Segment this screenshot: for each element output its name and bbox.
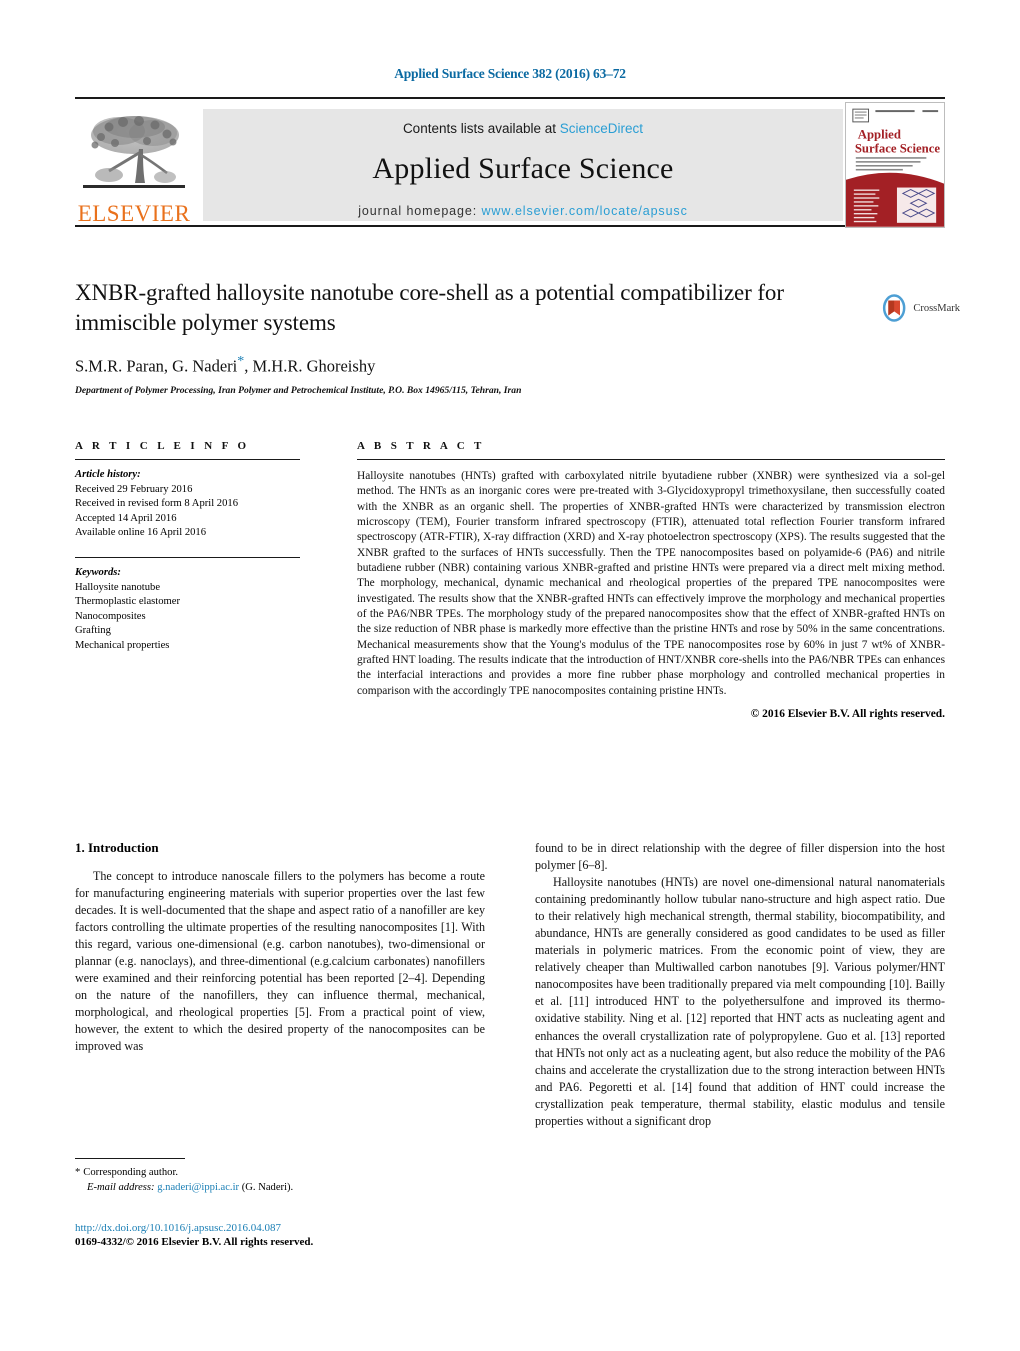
corresponding-author-footnote: * Corresponding author. E-mail address: g… [75, 1158, 485, 1196]
authors-tail: , M.H.R. Ghoreishy [244, 356, 376, 376]
body-column-left: 1. Introduction The concept to introduce… [75, 840, 485, 1056]
cover-artwork: Applied Surface Science [846, 103, 944, 227]
history-item: Received in revised form 8 April 2016 [75, 498, 238, 510]
author-list: S.M.R. Paran, G. Naderi*, M.H.R. Ghoreis… [75, 354, 875, 377]
keyword-item: Thermoplastic elastomer [75, 596, 181, 608]
email-link[interactable]: g.naderi@ippi.ac.ir [157, 1182, 239, 1193]
footnote-star: * [75, 1167, 81, 1178]
footnote-divider [75, 1158, 185, 1159]
journal-band: Contents lists available at ScienceDirec… [203, 109, 843, 221]
journal-homepage-line: journal homepage: www.elsevier.com/locat… [358, 204, 687, 218]
homepage-url-link[interactable]: www.elsevier.com/locate/apsusc [481, 204, 687, 218]
footnote-line-email: E-mail address: g.naderi@ippi.ac.ir (G. … [75, 1180, 485, 1195]
elsevier-tree-icon [83, 116, 185, 188]
contents-available-line: Contents lists available at ScienceDirec… [403, 121, 643, 136]
article-info-heading: A R T I C L E I N F O [75, 440, 250, 452]
body-column-right: found to be in direct relationship with … [535, 840, 945, 1130]
paragraph: The concept to introduce nanoscale fille… [75, 869, 485, 1054]
page-title: XNBR-grafted halloysite nanotube core-sh… [75, 280, 784, 335]
footnote-corresponding-text: Corresponding author. [83, 1167, 179, 1178]
abstract-heading: A B S T R A C T [357, 440, 485, 452]
title-block: XNBR-grafted halloysite nanotube core-sh… [75, 278, 875, 396]
doi-block: http://dx.doi.org/10.1016/j.apsusc.2016.… [75, 1222, 495, 1248]
affiliation: Department of Polymer Processing, Iran P… [75, 385, 522, 397]
journal-cover-thumbnail: Applied Surface Science [845, 102, 945, 228]
abstract-copyright: © 2016 Elsevier B.V. All rights reserved… [750, 707, 945, 720]
keyword-item: Halloysite nanotube [75, 581, 161, 593]
crossmark-badge[interactable]: CrossMark [880, 286, 960, 330]
journal-citation-line: Applied Surface Science 382 (2016) 63–72 [394, 66, 626, 81]
email-owner: (G. Naderi). [241, 1182, 294, 1194]
journal-masthead: ELSEVIER Contents lists available at Sci… [75, 97, 945, 228]
keywords-label: Keywords: [75, 567, 121, 579]
contents-prefix: Contents lists available at [402, 121, 560, 136]
history-item: Accepted 14 April 2016 [75, 512, 177, 524]
article-history-block: Article history: Received 29 February 20… [75, 468, 300, 541]
history-item: Received 29 February 2016 [75, 483, 193, 495]
keyword-item: Grafting [75, 625, 111, 637]
issn-copyright-line: 0169-4332/© 2016 Elsevier B.V. All right… [75, 1236, 314, 1248]
abstract-divider [357, 459, 945, 460]
homepage-prefix: journal homepage: [358, 204, 482, 218]
doi-link[interactable]: http://dx.doi.org/10.1016/j.apsusc.2016.… [75, 1222, 495, 1234]
crossmark-label: CrossMark [913, 302, 960, 314]
paragraph: Halloysite nanotubes (HNTs) are novel on… [535, 875, 945, 1128]
paper-page: Applied Surface Science 382 (2016) 63–72 [0, 0, 1020, 1351]
keywords-divider [75, 557, 300, 559]
authors-lead: S.M.R. Paran, G. Naderi [75, 356, 238, 376]
keyword-item: Mechanical properties [75, 640, 170, 652]
history-item: Available online 16 April 2016 [75, 527, 207, 539]
article-history-label: Article history: [75, 469, 141, 480]
abstract-column: A B S T R A C T Halloysite nanotubes (HN… [357, 440, 945, 720]
journal-title: Applied Surface Science [372, 152, 674, 185]
paragraph: found to be in direct relationship with … [535, 841, 945, 873]
footnote-line-corresponding: * Corresponding author. [75, 1165, 485, 1180]
keyword-item: Nanocomposites [75, 610, 146, 622]
keywords-block: Keywords: Halloysite nanotube Thermoplas… [75, 566, 300, 654]
email-label: E-mail address: [87, 1182, 155, 1194]
elsevier-logo: ELSEVIER [75, 105, 193, 225]
article-info-divider [75, 459, 300, 460]
crossmark-icon [882, 294, 906, 322]
abstract-text: Halloysite nanotubes (HNTs) grafted with… [357, 470, 945, 697]
footnote-body: * Corresponding author. E-mail address: g… [75, 1165, 485, 1196]
elsevier-wordmark: ELSEVIER [77, 201, 191, 226]
sciencedirect-link[interactable]: ScienceDirect [560, 121, 643, 136]
section-heading-introduction: 1. Introduction [75, 840, 159, 855]
svg-text:Surface Science: Surface Science [855, 141, 941, 155]
svg-text:Applied: Applied [858, 128, 901, 142]
article-info-column: A R T I C L E I N F O Article history: R… [75, 440, 300, 654]
